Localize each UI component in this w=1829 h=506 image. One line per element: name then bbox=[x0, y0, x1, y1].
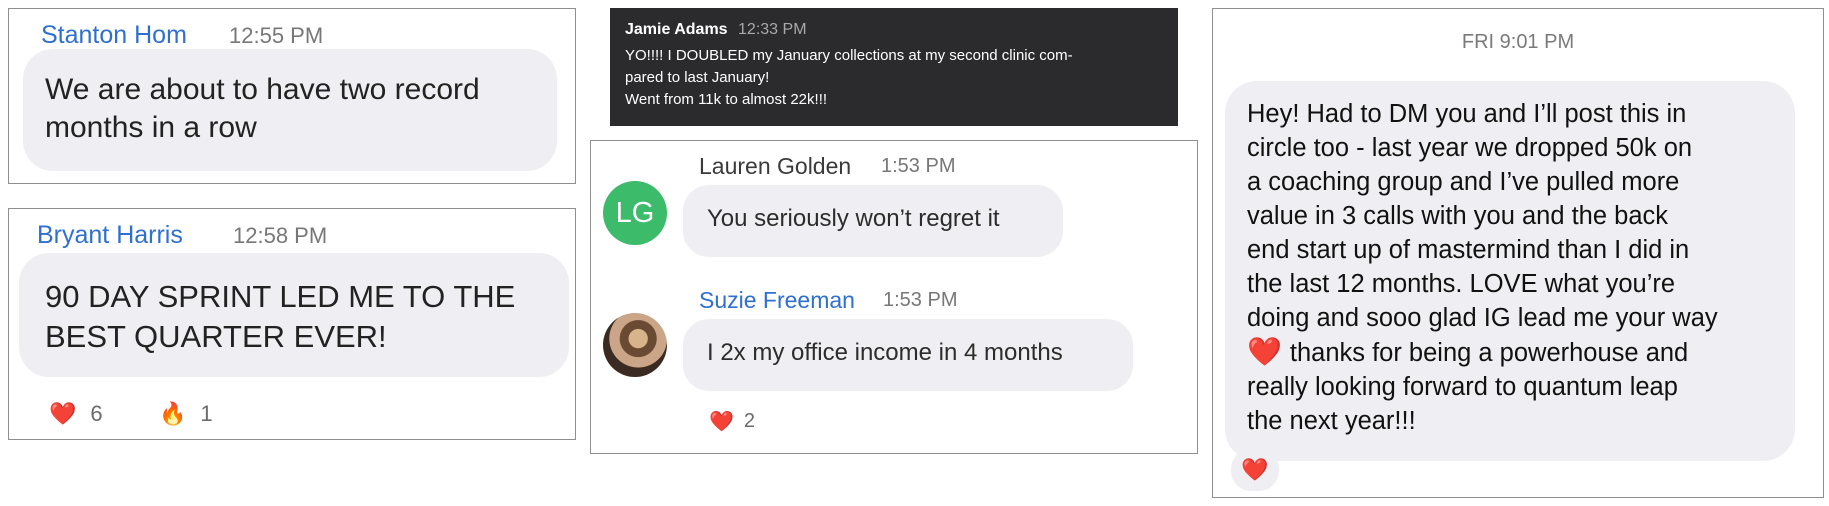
avatar[interactable]: LG bbox=[603, 181, 667, 245]
timestamp: 1:53 PM bbox=[881, 155, 956, 177]
fire-icon: 🔥 bbox=[159, 401, 187, 426]
message-bubble[interactable]: 90 DAY SPRINT LED ME TO THE BEST QUARTER… bbox=[19, 253, 569, 377]
message-bubble[interactable]: Hey! Had to DM you and I’ll post this in… bbox=[1225, 81, 1795, 461]
message-line: circle too - last year we dropped 50k on bbox=[1247, 134, 1693, 162]
reaction-heart[interactable]: ❤️ bbox=[1231, 449, 1279, 491]
message-text: I 2x my office income in 4 months bbox=[707, 339, 1063, 366]
reaction-count: 6 bbox=[90, 401, 103, 426]
message-text: We are about to have two record months i… bbox=[45, 71, 480, 147]
reaction-count: 1 bbox=[200, 401, 213, 426]
reaction-heart[interactable]: ❤️ 2 bbox=[709, 409, 755, 434]
sender-name[interactable]: Bryant Harris bbox=[37, 221, 183, 250]
timestamp: 12:33 PM bbox=[738, 21, 807, 38]
message-text: Hey! Had to DM you and I’ll post this in… bbox=[1247, 97, 1718, 438]
timestamp: 12:58 PM bbox=[233, 223, 328, 248]
message-line: really looking forward to quantum leap bbox=[1247, 373, 1678, 401]
heart-icon: ❤️ bbox=[1247, 336, 1282, 367]
message-line: Went from 11k to almost 22k!!! bbox=[625, 91, 828, 108]
reaction-count: 2 bbox=[743, 410, 756, 432]
timestamp: 12:55 PM bbox=[229, 23, 324, 48]
message-card-thread: LG Lauren Golden 1:53 PM You seriously w… bbox=[590, 140, 1198, 454]
message-line: pared to last January! bbox=[625, 69, 770, 86]
message-line: the next year!!! bbox=[1247, 407, 1416, 435]
sender-name[interactable]: Suzie Freeman bbox=[699, 287, 855, 314]
sender-name[interactable]: Jamie Adams bbox=[625, 21, 728, 38]
sender-name[interactable]: Lauren Golden bbox=[699, 153, 851, 180]
message-line: 90 DAY SPRINT LED ME TO THE bbox=[45, 279, 516, 314]
message-line: months in a row bbox=[45, 111, 257, 144]
message-line: doing and sooo glad IG lead me your way bbox=[1247, 304, 1718, 332]
message-line: thanks for being a powerhouse and bbox=[1289, 339, 1689, 367]
message-text: 90 DAY SPRINT LED ME TO THE BEST QUARTER… bbox=[45, 277, 515, 357]
message-line: end start up of mastermind than I did in bbox=[1247, 236, 1690, 264]
message-line: We are about to have two record bbox=[45, 73, 480, 106]
message-line-with-emoji: ❤️ thanks for being a powerhouse and bbox=[1247, 335, 1718, 370]
message-line: BEST QUARTER EVER! bbox=[45, 319, 387, 354]
message-line: value in 3 calls with you and the back bbox=[1247, 202, 1668, 230]
timestamp: 1:53 PM bbox=[883, 289, 958, 311]
heart-icon: ❤️ bbox=[49, 401, 77, 426]
avatar-initials: LG bbox=[615, 196, 655, 229]
message-text: You seriously won’t regret it bbox=[707, 205, 1000, 232]
message-card-bryant: Bryant Harris 12:58 PM 90 DAY SPRINT LED… bbox=[8, 208, 576, 440]
date-header: FRI 9:01 PM bbox=[1461, 31, 1575, 53]
message-text: YO!!!! I DOUBLED my January collections … bbox=[625, 45, 1073, 111]
heart-icon: ❤️ bbox=[709, 411, 734, 433]
message-card-stanton: Stanton Hom 12:55 PM We are about to hav… bbox=[8, 8, 576, 184]
avatar-photo[interactable] bbox=[603, 313, 667, 377]
heart-icon: ❤️ bbox=[1241, 457, 1269, 482]
reaction-fire[interactable]: 🔥 1 bbox=[159, 401, 213, 427]
sender-name[interactable]: Stanton Hom bbox=[41, 21, 187, 50]
message-bubble[interactable]: We are about to have two record months i… bbox=[23, 49, 557, 171]
message-line: the last 12 months. LOVE what you’re bbox=[1247, 270, 1676, 298]
message-bubble[interactable]: I 2x my office income in 4 months bbox=[683, 319, 1133, 391]
message-line: Hey! Had to DM you and I’ll post this in bbox=[1247, 100, 1687, 128]
message-line: YO!!!! I DOUBLED my January collections … bbox=[625, 47, 1073, 64]
message-bubble[interactable]: You seriously won’t regret it bbox=[683, 185, 1063, 257]
message-line: a coaching group and I’ve pulled more bbox=[1247, 168, 1680, 196]
message-card-dm: FRI 9:01 PM Hey! Had to DM you and I’ll … bbox=[1212, 8, 1824, 498]
message-card-jamie: Jamie Adams 12:33 PM YO!!!! I DOUBLED my… bbox=[610, 8, 1178, 126]
reaction-heart[interactable]: ❤️ 6 bbox=[49, 401, 103, 427]
